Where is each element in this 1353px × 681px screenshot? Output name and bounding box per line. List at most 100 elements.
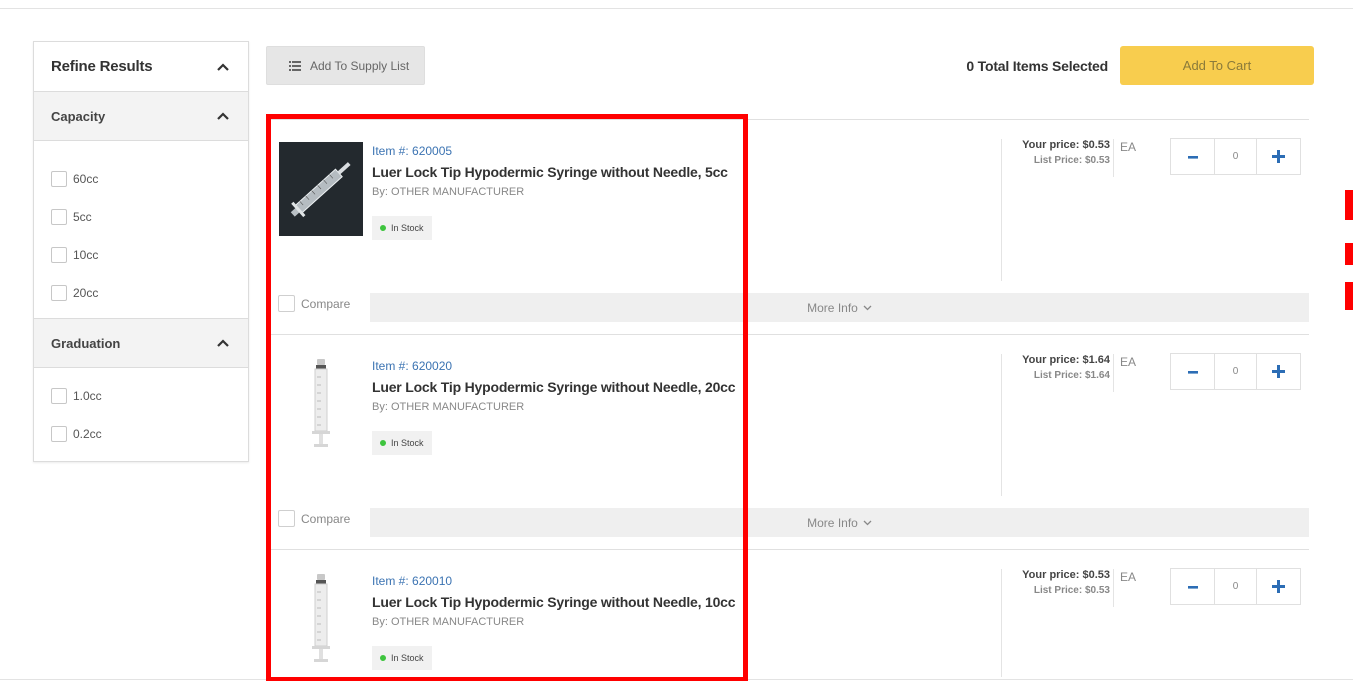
item-number-link[interactable]: Item #: 620020 <box>372 359 452 373</box>
facet-options-capacity: 60cc 5cc 10cc 20cc <box>34 141 248 318</box>
price-divider <box>1113 569 1114 607</box>
facet-option-label: 20cc <box>73 286 99 300</box>
row-divider <box>268 334 1309 335</box>
in-stock-dot-icon <box>380 655 386 661</box>
facet-option-1-0cc[interactable]: 1.0cc <box>51 377 248 415</box>
chevron-down-icon <box>863 305 872 311</box>
your-price: Your price: $1.64 <box>1022 354 1110 366</box>
column-divider <box>1001 354 1002 496</box>
in-stock-dot-icon <box>380 225 386 231</box>
checkbox[interactable] <box>51 209 67 225</box>
row-divider <box>268 549 1309 550</box>
row-divider <box>268 119 1309 120</box>
stock-badge: In Stock <box>372 646 432 670</box>
plus-icon <box>1272 580 1285 593</box>
compare-label[interactable]: Compare <box>301 297 350 311</box>
compare-label[interactable]: Compare <box>301 512 350 526</box>
checkbox[interactable] <box>51 171 67 187</box>
product-name-link[interactable]: Luer Lock Tip Hypodermic Syringe without… <box>372 379 736 395</box>
facet-option-5cc[interactable]: 5cc <box>51 198 248 236</box>
unit-of-measure: EA <box>1120 355 1137 369</box>
checkbox[interactable] <box>51 247 67 263</box>
list-price: List Price: $0.53 <box>1033 155 1110 166</box>
product-image[interactable] <box>279 572 363 666</box>
minus-icon <box>1187 585 1198 589</box>
quantity-input[interactable]: 0 <box>1214 354 1257 389</box>
refine-results-title: Refine Results <box>51 58 153 75</box>
checkbox[interactable] <box>51 285 67 301</box>
product-image[interactable] <box>279 142 363 236</box>
facet-option-20cc[interactable]: 20cc <box>51 274 248 312</box>
more-info-toggle[interactable]: More Info <box>370 293 1309 322</box>
product-row: Item #: 620010 Luer Lock Tip Hypodermic … <box>268 549 1309 680</box>
product-image[interactable] <box>279 357 363 451</box>
checkbox[interactable] <box>51 426 67 442</box>
stock-label: In Stock <box>391 438 424 448</box>
chevron-up-icon[interactable] <box>216 336 230 350</box>
decrease-quantity-button[interactable] <box>1171 354 1214 389</box>
chevron-up-icon[interactable] <box>216 60 230 74</box>
in-stock-dot-icon <box>380 440 386 446</box>
item-number-link[interactable]: Item #: 620005 <box>372 144 452 158</box>
your-price: Your price: $0.53 <box>1022 139 1110 151</box>
unit-of-measure: EA <box>1120 570 1137 584</box>
product-row: Item #: 620020 Luer Lock Tip Hypodermic … <box>268 334 1309 549</box>
increase-quantity-button[interactable] <box>1257 354 1300 389</box>
chevron-up-icon[interactable] <box>216 109 230 123</box>
facet-options-graduation: 1.0cc 0.2cc <box>34 368 248 461</box>
facet-option-label: 1.0cc <box>73 389 102 403</box>
stock-label: In Stock <box>391 223 424 233</box>
manufacturer: By: OTHER MANUFACTURER <box>372 616 525 628</box>
product-name-link[interactable]: Luer Lock Tip Hypodermic Syringe without… <box>372 594 736 610</box>
quantity-input[interactable]: 0 <box>1214 139 1257 174</box>
bottom-divider <box>0 679 1353 680</box>
facet-option-label: 10cc <box>73 248 99 262</box>
chevron-down-icon <box>863 520 872 526</box>
facet-header-capacity[interactable]: Capacity <box>34 92 248 141</box>
facet-option-10cc[interactable]: 10cc <box>51 236 248 274</box>
column-divider <box>1001 569 1002 677</box>
facet-title: Capacity <box>51 108 106 124</box>
compare-checkbox[interactable] <box>278 295 295 312</box>
add-to-supply-list-button[interactable]: Add To Supply List <box>266 46 425 85</box>
facet-title: Graduation <box>51 335 121 351</box>
more-info-label: More Info <box>807 515 858 530</box>
product-name-link[interactable]: Luer Lock Tip Hypodermic Syringe without… <box>372 164 728 180</box>
item-number-link[interactable]: Item #: 620010 <box>372 574 452 588</box>
total-items-selected: 0 Total Items Selected <box>966 58 1108 74</box>
price-divider <box>1113 354 1114 392</box>
column-divider <box>1001 139 1002 281</box>
compare-checkbox[interactable] <box>278 510 295 527</box>
checkbox[interactable] <box>51 388 67 404</box>
facet-option-60cc[interactable]: 60cc <box>51 160 248 198</box>
add-to-supply-list-label: Add To Supply List <box>310 58 410 73</box>
stock-badge: In Stock <box>372 216 432 240</box>
manufacturer: By: OTHER MANUFACTURER <box>372 186 525 198</box>
product-row: Item #: 620005 Luer Lock Tip Hypodermic … <box>268 119 1309 334</box>
price-divider <box>1113 139 1114 177</box>
more-info-label: More Info <box>807 300 858 315</box>
facet-header-graduation[interactable]: Graduation <box>34 319 248 368</box>
add-to-cart-button[interactable]: Add To Cart <box>1120 46 1314 85</box>
facet-option-label: 5cc <box>73 210 92 224</box>
increase-quantity-button[interactable] <box>1257 569 1300 604</box>
list-price: List Price: $1.64 <box>1033 370 1110 381</box>
quantity-input[interactable]: 0 <box>1214 569 1257 604</box>
more-info-toggle[interactable]: More Info <box>370 508 1309 537</box>
annotation-mark <box>1345 190 1353 220</box>
decrease-quantity-button[interactable] <box>1171 569 1214 604</box>
increase-quantity-button[interactable] <box>1257 139 1300 174</box>
quantity-stepper: 0 <box>1170 568 1301 605</box>
unit-of-measure: EA <box>1120 140 1137 154</box>
decrease-quantity-button[interactable] <box>1171 139 1214 174</box>
facet-option-0-2cc[interactable]: 0.2cc <box>51 415 248 453</box>
facet-block-graduation: Graduation 1.0cc 0.2cc <box>34 318 248 461</box>
refine-results-panel: Refine Results Capacity 60cc 5cc 10cc 20… <box>33 41 249 462</box>
facet-option-label: 0.2cc <box>73 427 102 441</box>
list-icon <box>289 60 301 71</box>
refine-results-header[interactable]: Refine Results <box>34 42 248 92</box>
minus-icon <box>1187 155 1198 159</box>
plus-icon <box>1272 365 1285 378</box>
manufacturer: By: OTHER MANUFACTURER <box>372 401 525 413</box>
plus-icon <box>1272 150 1285 163</box>
